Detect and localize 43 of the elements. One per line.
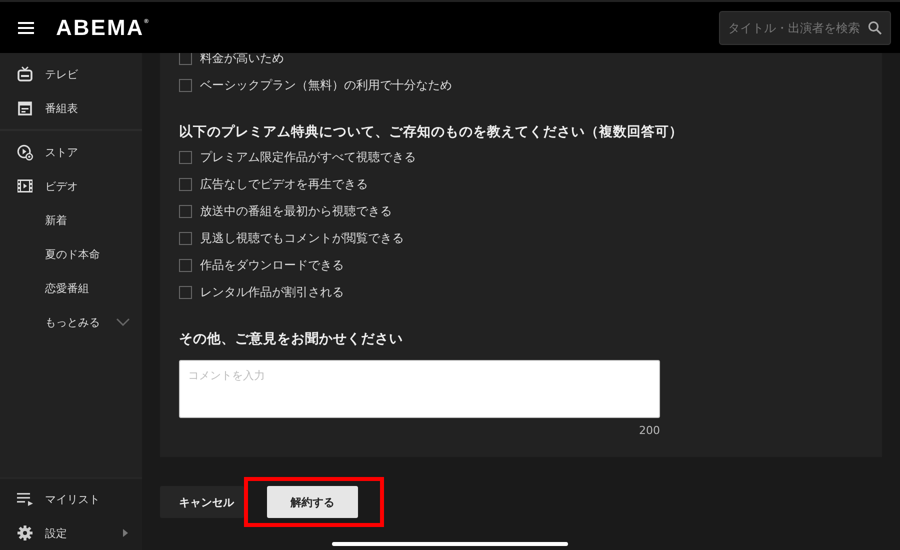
- checkbox[interactable]: [179, 205, 192, 218]
- nav-item[interactable]: ストア: [0, 135, 142, 169]
- nav-item[interactable]: 夏のド本命: [0, 237, 142, 271]
- character-counter: 200: [639, 424, 660, 437]
- checkbox[interactable]: [179, 259, 192, 272]
- cancel-subscription-button[interactable]: 解約する: [267, 486, 358, 518]
- question-heading: 以下のプレミアム特典について、ご存知のものを教えてください（複数回答可）: [179, 123, 684, 141]
- checkbox[interactable]: [179, 52, 192, 65]
- search-icon[interactable]: [868, 20, 882, 34]
- option-label: 放送中の番組を最初から視聴できる: [200, 203, 392, 220]
- nav-item[interactable]: 恋愛番組: [0, 271, 142, 305]
- playlist-icon: [17, 492, 33, 506]
- checkbox[interactable]: [179, 232, 192, 245]
- nav-item[interactable]: 設定: [0, 516, 142, 550]
- option-label: 広告なしでビデオを再生できる: [200, 176, 368, 193]
- nav-item[interactable]: マイリスト: [0, 482, 142, 516]
- nav-item[interactable]: テレビ: [0, 57, 142, 91]
- option-label: レンタル作品が割引される: [200, 284, 344, 301]
- option-label: プレミアム限定作品がすべて視聴できる: [200, 149, 416, 166]
- film-icon: [17, 179, 33, 193]
- menu-icon[interactable]: [18, 22, 34, 34]
- tv-icon: [17, 66, 33, 82]
- comment-field[interactable]: コメントを入力: [179, 360, 660, 418]
- search-field[interactable]: タイトル・出演者を検索: [719, 10, 891, 44]
- checkbox[interactable]: [179, 79, 192, 92]
- cancel-button[interactable]: キャンセル: [160, 486, 244, 518]
- option-label: 料金が高いため: [200, 50, 284, 67]
- nav-item[interactable]: ビデオ: [0, 169, 142, 203]
- checkbox[interactable]: [179, 151, 192, 164]
- option-label: 作品をダウンロードできる: [200, 257, 344, 274]
- calendar-icon: [17, 100, 33, 116]
- option-label: 見逃し視聴でもコメントが閲覧できる: [200, 230, 404, 247]
- nav-item[interactable]: 新着: [0, 203, 142, 237]
- nav-item[interactable]: 番組表: [0, 91, 142, 125]
- checkbox[interactable]: [179, 286, 192, 299]
- checkbox[interactable]: [179, 178, 192, 191]
- settings-icon: [17, 525, 33, 541]
- nav-item[interactable]: もっとみる: [0, 305, 142, 339]
- question-heading: その他、ご意見をお聞かせください: [179, 330, 404, 348]
- logo[interactable]: ABEMA$^{®}$: [56, 14, 150, 40]
- chevron-down-icon[interactable]: [116, 318, 130, 326]
- play-circle-icon: [17, 144, 33, 160]
- option-label: ベーシックプラン（無料）の利用で十分なため: [200, 77, 452, 94]
